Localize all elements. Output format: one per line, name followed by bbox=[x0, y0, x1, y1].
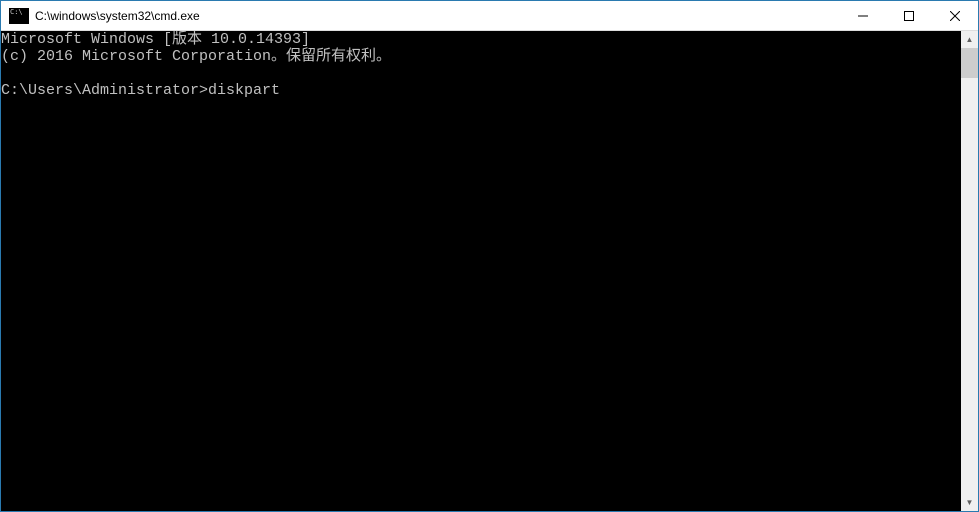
scroll-down-button[interactable]: ▼ bbox=[961, 494, 978, 511]
titlebar[interactable]: C:\windows\system32\cmd.exe bbox=[1, 1, 978, 31]
vertical-scrollbar[interactable]: ▲ ▼ bbox=[961, 31, 978, 511]
minimize-icon bbox=[858, 11, 868, 21]
terminal-line: (c) 2016 Microsoft Corporation。保留所有权利。 bbox=[1, 48, 391, 65]
scroll-track[interactable] bbox=[961, 48, 978, 494]
cmd-window: C:\windows\system32\cmd.exe Microsoft Wi bbox=[0, 0, 979, 512]
window-title: C:\windows\system32\cmd.exe bbox=[35, 9, 840, 23]
chevron-down-icon: ▼ bbox=[966, 498, 974, 507]
chevron-up-icon: ▲ bbox=[966, 35, 974, 44]
terminal-prompt: C:\Users\Administrator> bbox=[1, 82, 208, 99]
maximize-button[interactable] bbox=[886, 1, 932, 30]
terminal-command: diskpart bbox=[208, 82, 280, 99]
terminal-line: Microsoft Windows [版本 10.0.14393] bbox=[1, 31, 310, 48]
close-icon bbox=[950, 11, 960, 21]
cmd-icon bbox=[9, 8, 29, 24]
content-area: Microsoft Windows [版本 10.0.14393] (c) 20… bbox=[1, 31, 978, 511]
minimize-button[interactable] bbox=[840, 1, 886, 30]
maximize-icon bbox=[904, 11, 914, 21]
close-button[interactable] bbox=[932, 1, 978, 30]
scroll-up-button[interactable]: ▲ bbox=[961, 31, 978, 48]
scroll-thumb[interactable] bbox=[961, 48, 978, 78]
window-controls bbox=[840, 1, 978, 30]
terminal-output[interactable]: Microsoft Windows [版本 10.0.14393] (c) 20… bbox=[1, 31, 961, 511]
